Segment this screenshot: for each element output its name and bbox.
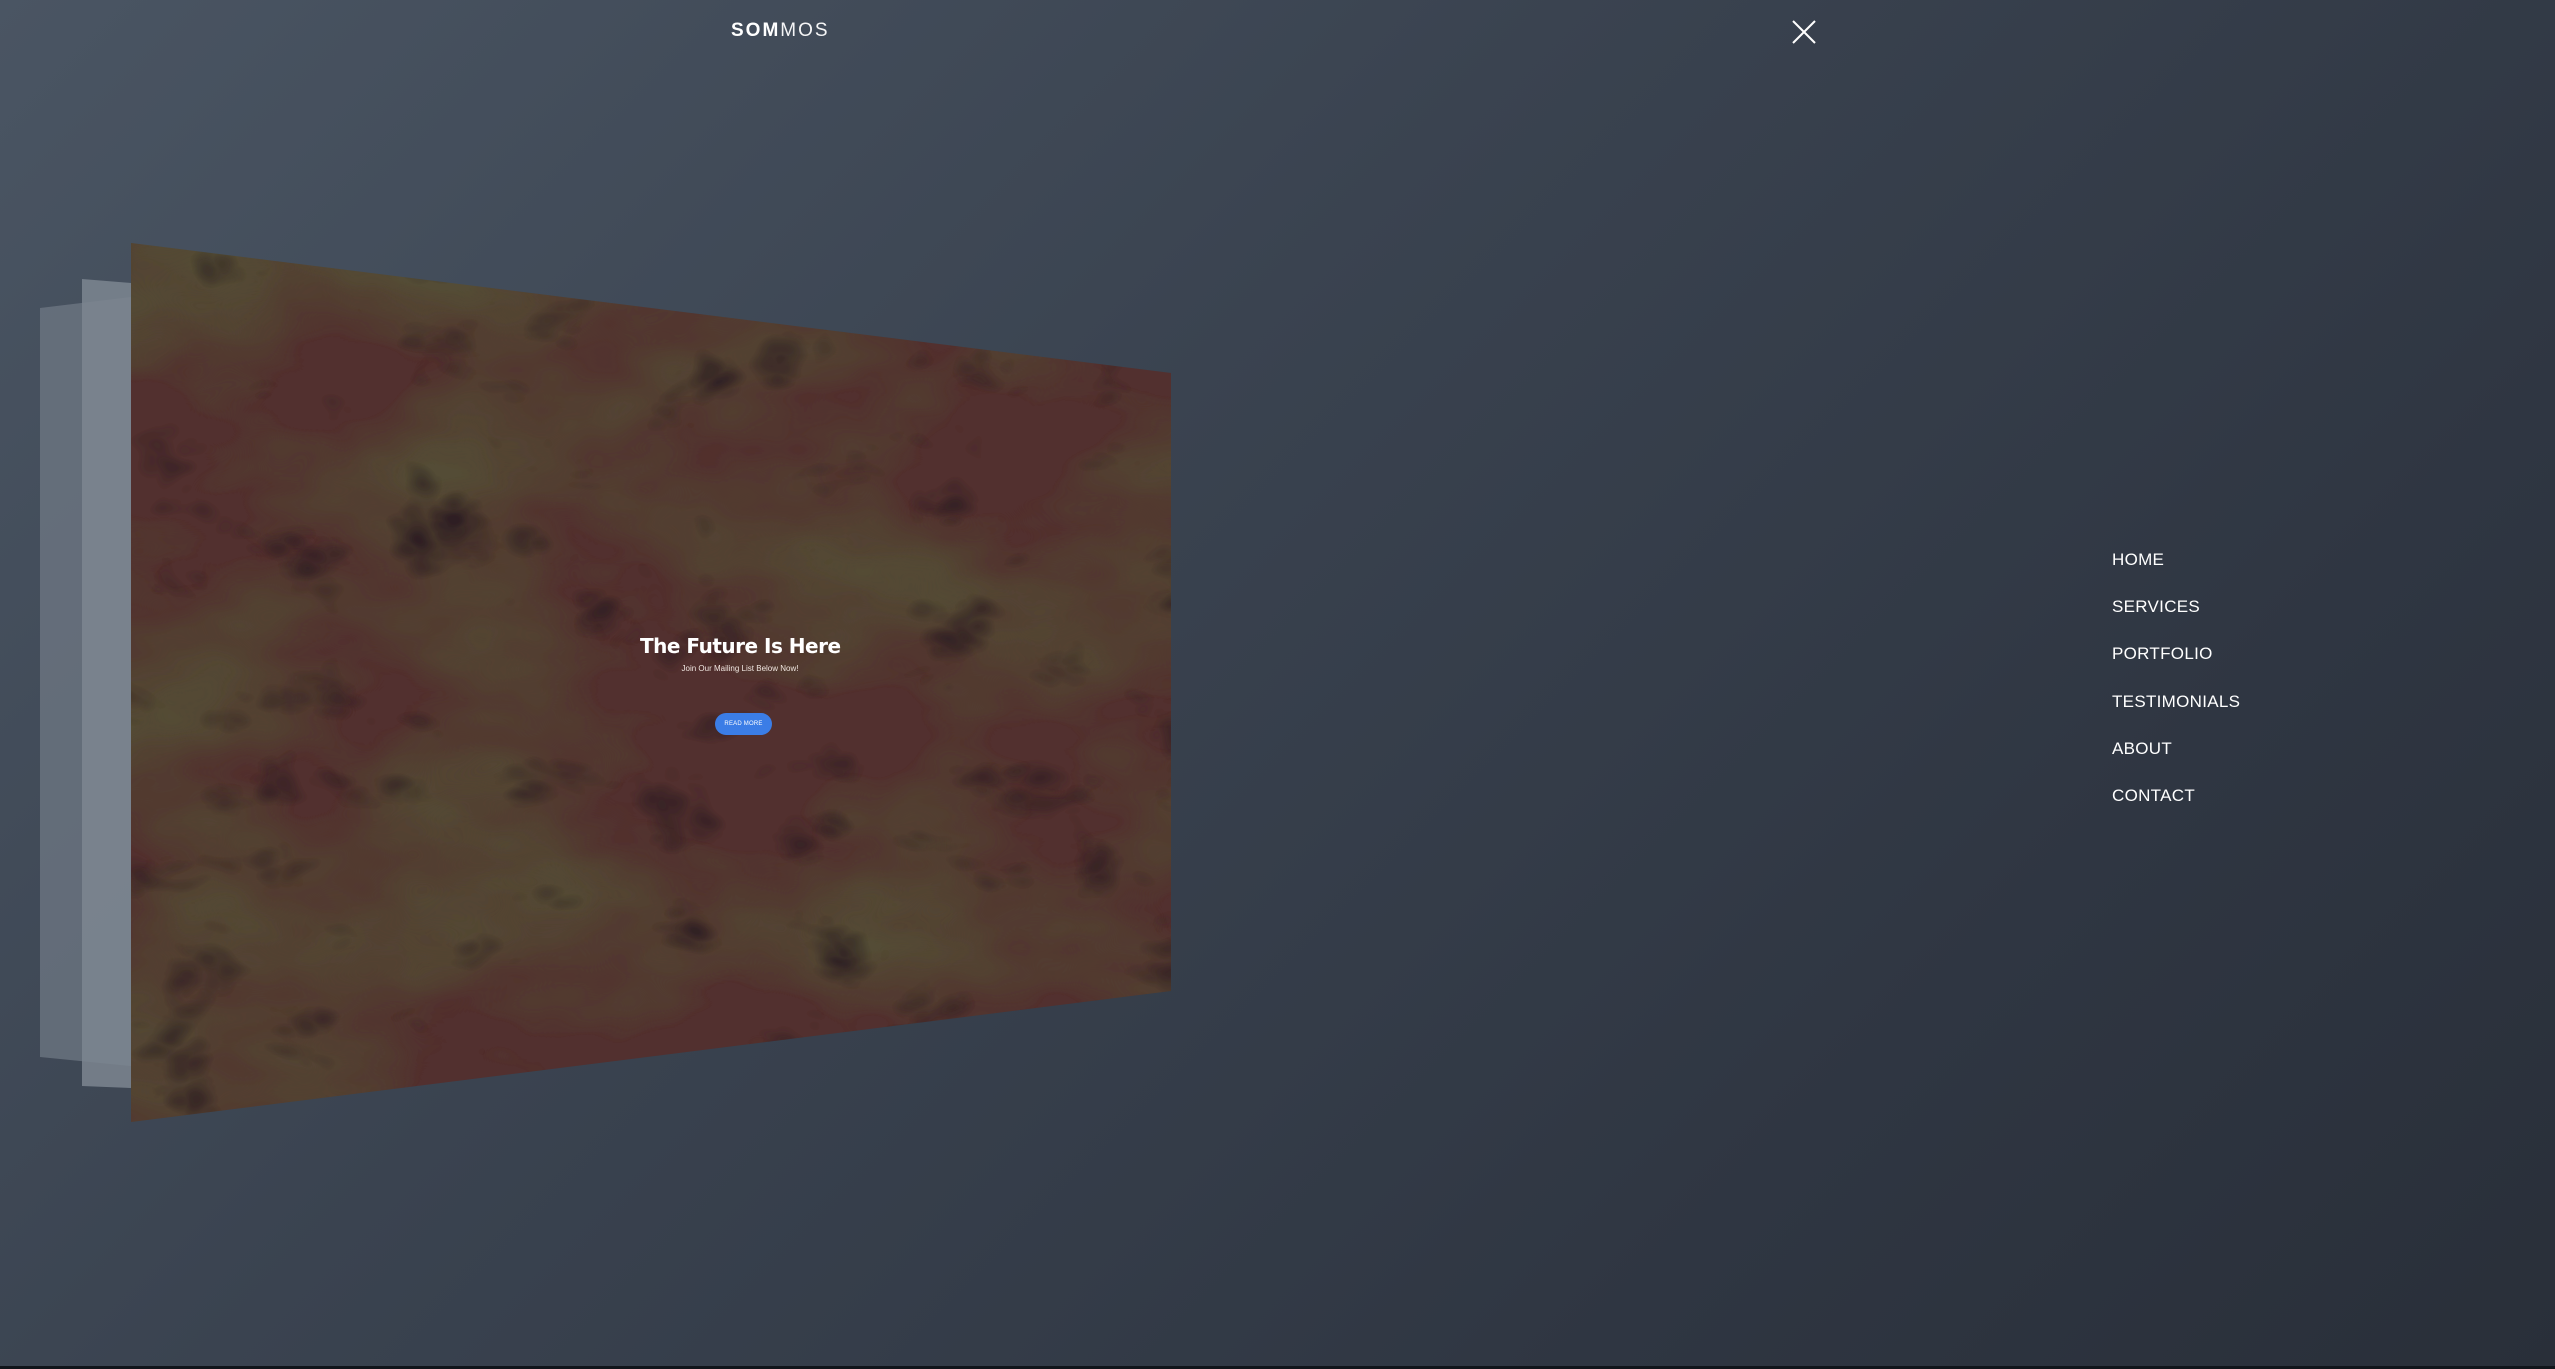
close-icon[interactable] — [1788, 16, 1820, 48]
nav-item-home[interactable]: HOME — [2112, 550, 2240, 597]
main-nav-menu: HOME SERVICES PORTFOLIO TESTIMONIALS ABO… — [2112, 550, 2240, 833]
nav-item-testimonials[interactable]: TESTIMONIALS — [2112, 692, 2240, 739]
preview-subtitle: Join Our Mailing List Below Now! — [681, 664, 799, 673]
preview-title: The Future Is Here — [640, 634, 841, 658]
read-more-button[interactable]: READ MORE — [715, 713, 772, 735]
nav-item-about[interactable]: ABOUT — [2112, 739, 2240, 786]
nav-item-portfolio[interactable]: PORTFOLIO — [2112, 644, 2240, 691]
preview-page-front — [131, 243, 1171, 1122]
nav-item-contact[interactable]: CONTACT — [2112, 786, 2240, 833]
preview-layer-middle — [82, 279, 131, 1088]
page-preview-stack[interactable] — [0, 0, 1300, 1369]
preview-hero: The Future Is Here Join Our Mailing List… — [640, 634, 841, 673]
nav-item-services[interactable]: SERVICES — [2112, 597, 2240, 644]
